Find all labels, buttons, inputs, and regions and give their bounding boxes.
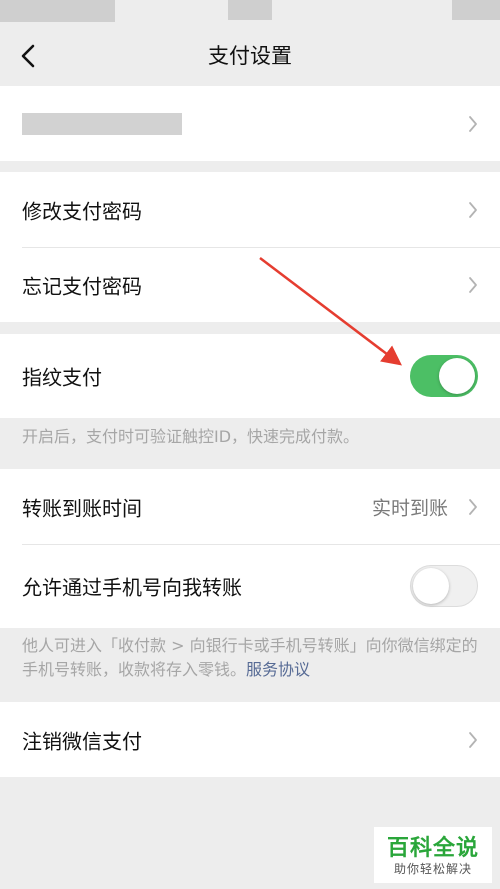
change-password-label: 修改支付密码	[22, 199, 142, 223]
toggle-knob	[439, 358, 475, 394]
status-bar	[0, 0, 500, 26]
blurred-account-info	[22, 113, 182, 135]
blurred-status-right	[452, 0, 500, 20]
forgot-password-row[interactable]: 忘记支付密码	[0, 247, 500, 322]
transfer-time-label: 转账到账时间	[22, 496, 142, 520]
chevron-right-icon	[469, 276, 477, 293]
transfer-time-value: 实时到账	[371, 497, 448, 519]
fingerprint-group: 指纹支付	[0, 334, 500, 418]
phone-transfer-row: 允许通过手机号向我转账	[0, 544, 500, 628]
phone-transfer-note: 他人可进入「收付款 > 向银行卡或手机号转账」向你微信绑定的手机号转账，收款将存…	[22, 634, 482, 682]
watermark-subtitle: 助你轻松解决	[393, 862, 472, 876]
blurred-status-left	[0, 0, 115, 22]
fingerprint-pay-toggle[interactable]	[410, 355, 478, 397]
fingerprint-pay-label: 指纹支付	[22, 365, 102, 390]
deactivate-row[interactable]: 注销微信支付	[0, 702, 500, 777]
blurred-status-center	[228, 0, 272, 20]
chevron-right-icon	[469, 201, 477, 218]
account-row[interactable]	[0, 86, 500, 161]
watermark-title: 百科全说	[386, 836, 479, 861]
navigation-bar: 支付设置	[0, 26, 500, 86]
deactivate-label: 注销微信支付	[22, 729, 142, 753]
chevron-right-icon	[469, 731, 477, 748]
watermark-logo: 百科全说 助你轻松解决	[374, 827, 492, 883]
fingerprint-pay-row: 指纹支付	[0, 334, 500, 418]
forgot-password-label: 忘记支付密码	[22, 274, 142, 298]
password-group: 修改支付密码 忘记支付密码	[0, 172, 500, 322]
chevron-right-icon	[469, 498, 477, 515]
chevron-right-icon	[469, 115, 477, 132]
fingerprint-note: 开启后，支付时可验证触控ID，快速完成付款。	[22, 427, 360, 446]
change-password-row[interactable]: 修改支付密码	[0, 172, 500, 247]
service-agreement-link[interactable]: 服务协议	[246, 660, 310, 679]
phone-transfer-label: 允许通过手机号向我转账	[22, 575, 242, 600]
account-group	[0, 86, 500, 161]
phone-transfer-toggle[interactable]	[410, 565, 478, 607]
deactivate-group: 注销微信支付	[0, 702, 500, 777]
transfer-time-row[interactable]: 转账到账时间 实时到账	[0, 469, 500, 544]
page-title: 支付设置	[208, 44, 292, 68]
transfer-group: 转账到账时间 实时到账 允许通过手机号向我转账	[0, 469, 500, 628]
toggle-knob	[413, 568, 449, 604]
